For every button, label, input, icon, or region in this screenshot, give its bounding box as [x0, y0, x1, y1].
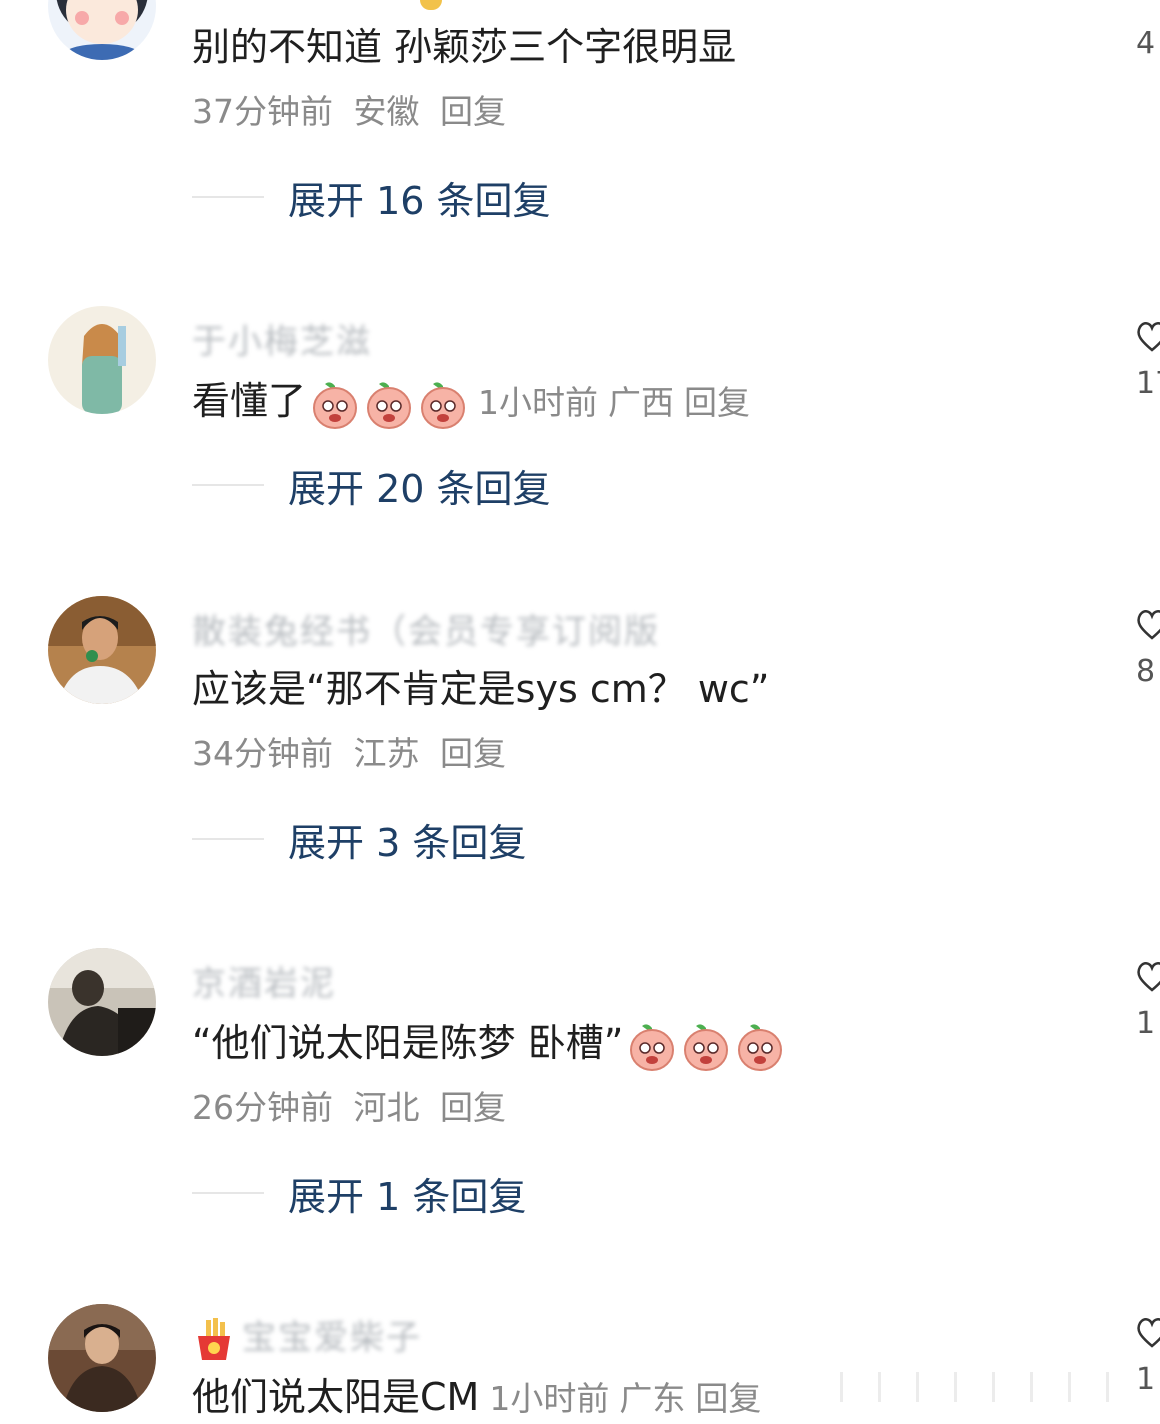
comment-4-like-count: 1	[1136, 1006, 1156, 1041]
comment-1-reply-button[interactable]: 回复	[440, 92, 506, 131]
comment-4-meta: 26分钟前 河北 回复	[192, 1086, 516, 1130]
comment-3-like-count: 8	[1136, 654, 1156, 689]
comment-4-row: “他们说太阳是陈梦 卧槽”	[192, 1018, 785, 1072]
fries-sticker-icon	[192, 1317, 236, 1362]
comment-2-time: 1小时前	[478, 383, 599, 422]
comment-2-like-count: 17	[1136, 366, 1160, 401]
cropped-sticker-fragment	[420, 0, 442, 10]
comment-3-text: 应该是“那不肯定是sys cm？ wc”	[192, 667, 770, 711]
illustrated-girl-avatar-icon	[48, 306, 156, 414]
expand-divider-line	[192, 1192, 264, 1194]
comment-4-avatar[interactable]	[48, 948, 156, 1056]
comment-4-location: 河北	[353, 1088, 420, 1127]
comment-3-time: 34分钟前	[192, 734, 333, 773]
comment-2-location: 广西	[608, 383, 675, 422]
comment-5-username: 宝宝爱柴子	[242, 1318, 422, 1358]
comment-5-like-count: 1	[1136, 1362, 1156, 1397]
comment-5-avatar[interactable]	[48, 1304, 156, 1412]
comment-2-avatar[interactable]	[48, 306, 156, 414]
dark-photo-avatar-icon	[48, 948, 156, 1056]
comment-2-expand-label: 展开 20 条回复	[288, 466, 551, 511]
heart-icon	[1137, 322, 1160, 352]
comment-1-like-count: 4	[1136, 26, 1156, 61]
peach-blush-emoji-icon	[310, 378, 360, 430]
peach-blush-emoji-icon	[735, 1020, 785, 1072]
comment-4-time: 26分钟前	[192, 1088, 333, 1127]
comment-3-like[interactable]: 8	[1132, 604, 1160, 689]
comment-1-time: 37分钟前	[192, 92, 333, 131]
comment-5-reply-button[interactable]: 回复	[695, 1379, 761, 1418]
boy-photo-avatar-icon	[48, 596, 156, 704]
comment-5-row: 他们说太阳是CM 1小时前 广东 回复	[192, 1372, 771, 1424]
comment-5-meta: 1小时前 广东 回复	[489, 1379, 771, 1418]
comment-1-avatar[interactable]	[48, 0, 156, 60]
comment-5-like[interactable]: 1	[1132, 1312, 1160, 1397]
comment-5-time: 1小时前	[489, 1379, 610, 1418]
comment-4-like[interactable]: 1	[1132, 956, 1160, 1041]
comment-5-text: 他们说太阳是CM	[192, 1375, 480, 1419]
comment-3-meta: 34分钟前 江苏 回复	[192, 732, 516, 776]
comment-3-location: 江苏	[353, 734, 420, 773]
expand-divider-line	[192, 838, 264, 840]
comment-2-text: 看懂了	[192, 379, 307, 423]
comment-2-username[interactable]: 于小梅芝滋	[192, 314, 372, 362]
heart-icon	[1137, 1318, 1160, 1348]
comment-1-location: 安徽	[353, 92, 420, 131]
comment-4-reply-button[interactable]: 回复	[440, 1088, 506, 1127]
heart-icon	[1137, 610, 1160, 640]
cartoon-girl-avatar-icon	[48, 0, 156, 60]
man-photo-avatar-icon	[48, 1304, 156, 1412]
comment-1-like[interactable]: 4	[1132, 26, 1160, 61]
comment-5-location: 广东	[619, 1379, 686, 1418]
comment-3-expand-label: 展开 3 条回复	[288, 820, 527, 865]
comment-4-expand-replies[interactable]: 展开 1 条回复	[192, 1168, 527, 1219]
comment-2-reply-button[interactable]: 回复	[684, 383, 750, 422]
comment-4-username[interactable]: 京酒岩泥	[192, 956, 336, 1004]
comment-3-expand-replies[interactable]: 展开 3 条回复	[192, 814, 527, 865]
comment-4-text: “他们说太阳是陈梦 卧槽”	[192, 1021, 624, 1065]
comment-2-row: 看懂了 1小时前 广西 回复	[192, 376, 760, 430]
comment-5-username-row[interactable]: 宝宝爱柴子	[192, 1310, 422, 1360]
comment-3-reply-button[interactable]: 回复	[440, 734, 506, 773]
comment-1-expand-replies[interactable]: 展开 16 条回复	[192, 172, 551, 223]
comment-2-like[interactable]: 17	[1132, 316, 1160, 401]
peach-blush-emoji-icon	[364, 378, 414, 430]
overlay-watermark-strip	[840, 1372, 1140, 1402]
comment-1-meta: 37分钟前 安徽 回复	[192, 90, 516, 134]
comment-2-expand-replies[interactable]: 展开 20 条回复	[192, 460, 551, 511]
heart-icon	[1137, 962, 1160, 992]
comment-1-text: 别的不知道 孙颖莎三个字很明显	[192, 25, 737, 69]
peach-blush-emoji-icon	[627, 1020, 677, 1072]
comment-1-expand-label: 展开 16 条回复	[288, 178, 551, 223]
expand-divider-line	[192, 484, 264, 486]
peach-blush-emoji-icon	[418, 378, 468, 430]
comment-3-username[interactable]: 散装兔经书（会员专享订阅版	[192, 604, 660, 652]
comment-2-meta: 1小时前 广西 回复	[478, 383, 760, 422]
comment-3-avatar[interactable]	[48, 596, 156, 704]
expand-divider-line	[192, 196, 264, 198]
peach-blush-emoji-icon	[681, 1020, 731, 1072]
comment-4-expand-label: 展开 1 条回复	[288, 1174, 527, 1219]
